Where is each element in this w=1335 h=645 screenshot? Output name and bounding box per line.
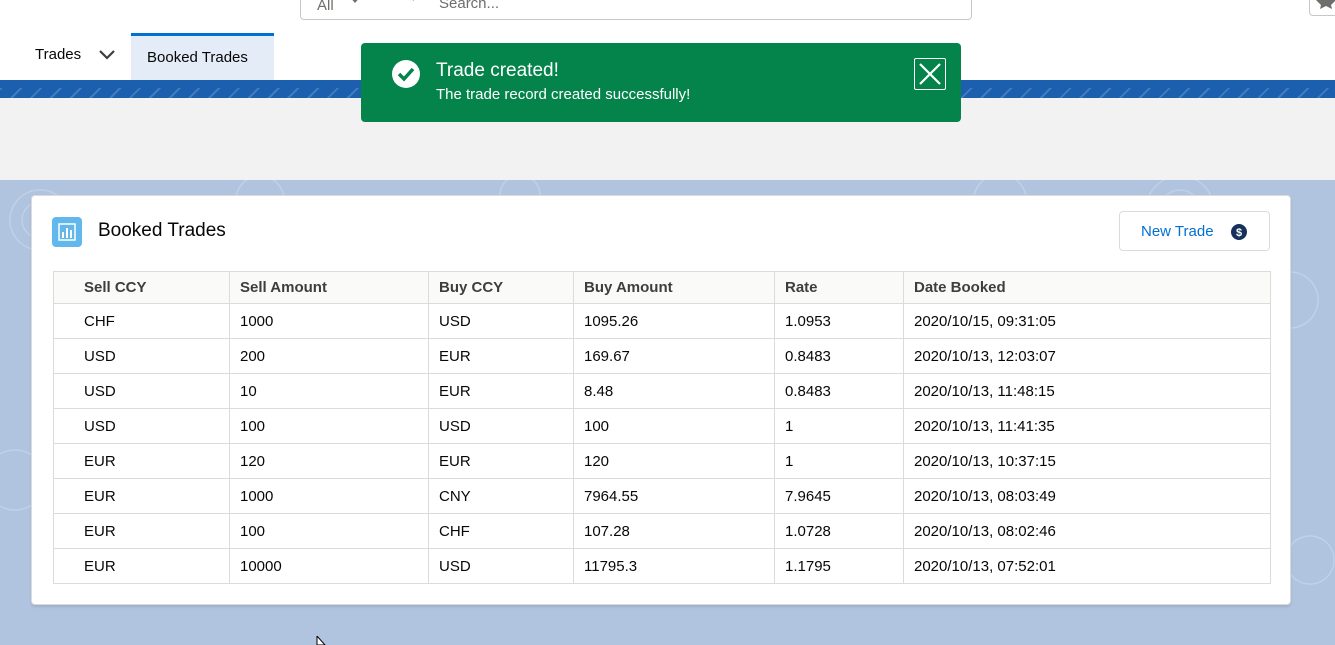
cell-buy-ccy: EUR bbox=[428, 373, 574, 409]
toast-message: The trade record created successfully! bbox=[436, 86, 691, 103]
table-row: EUR 100 CHF 107.28 1.0728 2020/10/13, 08… bbox=[53, 513, 1271, 549]
cell-date-booked: 2020/10/13, 08:02:46 bbox=[903, 513, 1271, 549]
mouse-cursor-icon bbox=[316, 636, 326, 645]
dollar-icon: $ bbox=[1231, 224, 1247, 240]
cell-sell-ccy: EUR bbox=[53, 548, 230, 584]
cell-sell-amount: 100 bbox=[229, 513, 429, 549]
cell-buy-ccy: EUR bbox=[428, 443, 574, 479]
cell-sell-amount: 10 bbox=[229, 373, 429, 409]
cell-rate: 7.9645 bbox=[774, 478, 904, 514]
cell-buy-amount: 169.67 bbox=[573, 338, 775, 374]
cell-date-booked: 2020/10/13, 11:48:15 bbox=[903, 373, 1271, 409]
cell-buy-amount: 120 bbox=[573, 443, 775, 479]
column-header-sell-ccy[interactable]: Sell CCY bbox=[53, 271, 230, 304]
booked-trades-card: Booked Trades New Trade $ Sell CCY Sell … bbox=[31, 195, 1291, 605]
cell-sell-amount: 1000 bbox=[229, 478, 429, 514]
card-title: Booked Trades bbox=[98, 220, 226, 241]
cell-sell-ccy: EUR bbox=[53, 478, 230, 514]
cell-buy-amount: 8.48 bbox=[573, 373, 775, 409]
success-toast: Trade created! The trade record created … bbox=[361, 43, 961, 122]
cell-rate: 1.0728 bbox=[774, 513, 904, 549]
column-header-buy-amount[interactable]: Buy Amount bbox=[573, 271, 775, 304]
favorites-button[interactable] bbox=[1309, 0, 1335, 16]
cell-buy-ccy: USD bbox=[428, 408, 574, 444]
cell-date-booked: 2020/10/13, 10:37:15 bbox=[903, 443, 1271, 479]
cell-sell-ccy: EUR bbox=[53, 513, 230, 549]
cell-rate: 1.0953 bbox=[774, 303, 904, 339]
cell-date-booked: 2020/10/15, 09:31:05 bbox=[903, 303, 1271, 339]
table-row: CHF 1000 USD 1095.26 1.0953 2020/10/15, … bbox=[53, 303, 1271, 339]
toast-title: Trade created! bbox=[436, 60, 559, 81]
table-row: EUR 120 EUR 120 1 2020/10/13, 10:37:15 bbox=[53, 443, 1271, 479]
booked-trades-table: Sell CCY Sell Amount Buy CCY Buy Amount … bbox=[53, 271, 1271, 584]
table-row: USD 200 EUR 169.67 0.8483 2020/10/13, 12… bbox=[53, 338, 1271, 374]
column-header-sell-amount[interactable]: Sell Amount bbox=[229, 271, 429, 304]
chevron-down-icon bbox=[352, 0, 358, 3]
cell-sell-ccy: EUR bbox=[53, 443, 230, 479]
toast-close-button[interactable] bbox=[914, 58, 946, 90]
cell-sell-ccy: CHF bbox=[53, 303, 230, 339]
table-header-row: Sell CCY Sell Amount Buy CCY Buy Amount … bbox=[53, 271, 1271, 304]
table-row: USD 100 USD 100 1 2020/10/13, 11:41:35 bbox=[53, 408, 1271, 444]
cell-date-booked: 2020/10/13, 07:52:01 bbox=[903, 548, 1271, 584]
global-search[interactable] bbox=[373, 0, 972, 20]
cell-sell-ccy: USD bbox=[53, 408, 230, 444]
cell-buy-ccy: USD bbox=[428, 548, 574, 584]
column-header-rate[interactable]: Rate bbox=[774, 271, 904, 304]
cell-sell-amount: 10000 bbox=[229, 548, 429, 584]
cell-buy-ccy: CNY bbox=[428, 478, 574, 514]
tab-label: Booked Trades bbox=[147, 49, 248, 66]
cell-rate: 1 bbox=[774, 443, 904, 479]
column-header-buy-ccy[interactable]: Buy CCY bbox=[428, 271, 574, 304]
cell-buy-ccy: CHF bbox=[428, 513, 574, 549]
column-header-date-booked[interactable]: Date Booked bbox=[903, 271, 1271, 304]
cell-sell-amount: 200 bbox=[229, 338, 429, 374]
star-icon bbox=[1316, 0, 1335, 9]
cell-buy-amount: 11795.3 bbox=[573, 548, 775, 584]
cell-rate: 0.8483 bbox=[774, 338, 904, 374]
cell-sell-ccy: USD bbox=[53, 373, 230, 409]
cell-buy-ccy: USD bbox=[428, 303, 574, 339]
cell-sell-amount: 1000 bbox=[229, 303, 429, 339]
cell-date-booked: 2020/10/13, 08:03:49 bbox=[903, 478, 1271, 514]
cell-sell-amount: 100 bbox=[229, 408, 429, 444]
cell-rate: 1 bbox=[774, 408, 904, 444]
search-icon bbox=[412, 0, 414, 1]
chevron-down-icon[interactable] bbox=[98, 49, 116, 61]
search-scope-dropdown[interactable]: All bbox=[300, 0, 374, 20]
success-check-icon bbox=[392, 60, 420, 88]
cell-date-booked: 2020/10/13, 11:41:35 bbox=[903, 408, 1271, 444]
svg-text:$: $ bbox=[1236, 227, 1242, 239]
cell-buy-amount: 107.28 bbox=[573, 513, 775, 549]
search-scope-label: All bbox=[317, 0, 334, 14]
cell-date-booked: 2020/10/13, 12:03:07 bbox=[903, 338, 1271, 374]
tab-booked-trades[interactable]: Booked Trades bbox=[131, 33, 274, 80]
cell-buy-amount: 1095.26 bbox=[573, 303, 775, 339]
new-trade-button[interactable]: New Trade $ bbox=[1119, 211, 1270, 251]
chart-icon bbox=[52, 217, 82, 247]
close-icon bbox=[919, 63, 941, 85]
table-row: EUR 10000 USD 11795.3 1.1795 2020/10/13,… bbox=[53, 548, 1271, 584]
cell-buy-ccy: EUR bbox=[428, 338, 574, 374]
cell-buy-amount: 100 bbox=[573, 408, 775, 444]
cell-sell-amount: 120 bbox=[229, 443, 429, 479]
app-name: Trades bbox=[35, 46, 82, 63]
cell-sell-ccy: USD bbox=[53, 338, 230, 374]
search-input[interactable] bbox=[437, 0, 941, 14]
table-row: USD 10 EUR 8.48 0.8483 2020/10/13, 11:48… bbox=[53, 373, 1271, 409]
table-row: EUR 1000 CNY 7964.55 7.9645 2020/10/13, … bbox=[53, 478, 1271, 514]
new-trade-label: New Trade bbox=[1141, 223, 1214, 240]
cell-buy-amount: 7964.55 bbox=[573, 478, 775, 514]
cell-rate: 0.8483 bbox=[774, 373, 904, 409]
cell-rate: 1.1795 bbox=[774, 548, 904, 584]
